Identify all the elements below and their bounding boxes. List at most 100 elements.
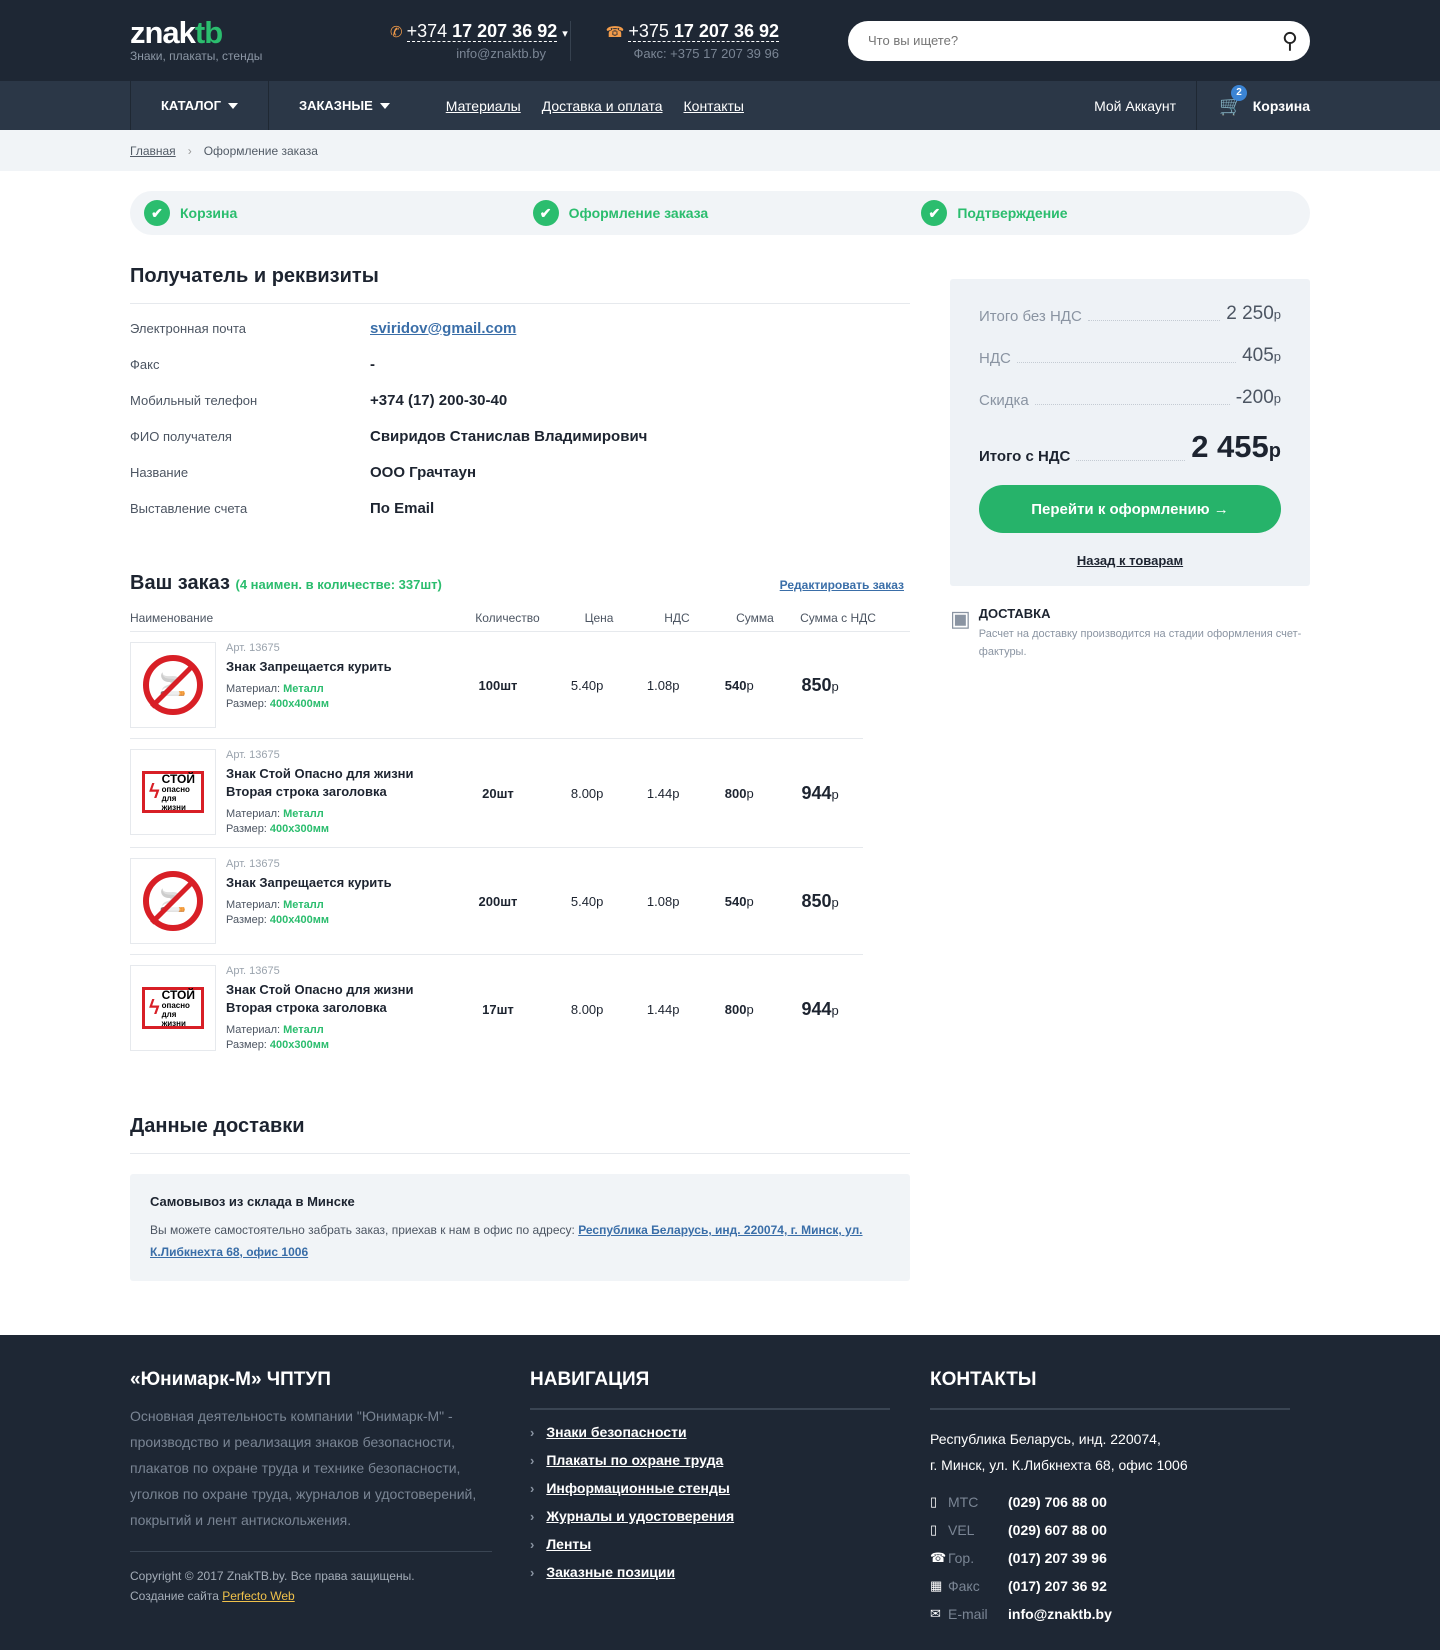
table-row: ϟ СТОЙ опасно для жизни Арт. 13675 Знак Ст… — [130, 739, 863, 848]
row-sum: 800р — [701, 786, 777, 801]
table-row: 🚬 Арт. 13675 Знак Запрещается курить Мат… — [130, 632, 863, 739]
row-qty: 20шт — [482, 785, 514, 801]
phone-block-1: ✆ +374 17 207 36 92 ▾ info@znaktb.by — [390, 20, 570, 61]
product-thumbnail[interactable]: 🚬 — [130, 858, 216, 944]
developer-link[interactable]: Perfecto Web — [222, 1589, 294, 1603]
row-qty: 200шт — [478, 893, 518, 909]
summary-row: НДС 405р — [979, 345, 1281, 367]
phone-block-2: ☎ +375 17 207 36 92 Факс: +375 17 207 39 … — [599, 20, 779, 61]
info-row-name: ФИО получателя Свиридов Станислав Владими… — [130, 418, 910, 454]
recipient-title: Получатель и реквизиты — [130, 265, 379, 287]
info-label: Электронная почта — [130, 320, 247, 336]
currency: р — [1273, 349, 1281, 364]
size-value: 400х400мм — [269, 698, 330, 710]
edit-order-link[interactable]: Редактировать заказ — [780, 578, 904, 592]
currency: р — [746, 893, 754, 909]
breadcrumb-home[interactable]: Главная — [130, 144, 176, 158]
row-vat: 1.08р — [646, 677, 680, 693]
step-confirm[interactable]: ✔ Подтверждение — [921, 200, 1310, 226]
total-value: 850 — [801, 674, 832, 695]
product-thumbnail[interactable]: ϟ СТОЙ опасно для жизни — [130, 749, 216, 835]
contact-value[interactable]: (017) 207 36 92 — [1008, 1578, 1107, 1594]
material-value: Металл — [283, 808, 324, 820]
row-vat: 1.44р — [646, 785, 680, 801]
currency: р — [746, 677, 754, 693]
chevron-down-icon[interactable]: ▾ — [562, 28, 568, 40]
caret-down-icon — [379, 102, 390, 109]
total-value: 850 — [801, 890, 832, 911]
logo-accent: tb — [194, 14, 223, 50]
logo-main: znak — [130, 14, 196, 50]
contact-label: МТС — [948, 1494, 979, 1510]
info-row-company: Название ООО Грачтаун — [130, 454, 910, 490]
address-line: Республика Беларусь, инд. 220074, — [930, 1431, 1161, 1447]
contact-value[interactable]: (029) 607 88 00 — [1008, 1522, 1107, 1538]
no-smoking-sign-icon: 🚬 — [143, 871, 203, 931]
info-row-email: Электронная почта sviridov@gmail.com — [130, 310, 910, 346]
header-fax: Факс: +375 17 207 39 96 — [633, 45, 779, 61]
account-link[interactable]: Мой Аккаунт — [1094, 81, 1198, 130]
product-title[interactable]: Знак Запрещается курить — [226, 658, 392, 676]
nav-link-delivery[interactable]: Доставка и оплата — [542, 98, 663, 114]
table-header: Наименование Количество Цена НДС Сумма С… — [130, 595, 910, 632]
shipping-text: Расчет на доставку производится на стади… — [978, 628, 1302, 658]
footer-link[interactable]: Информационные стенды — [546, 1480, 730, 1496]
product-title[interactable]: Знак Запрещается курить — [226, 874, 392, 892]
step-checkout[interactable]: ✔ Оформление заказа — [532, 200, 922, 226]
contact-value[interactable]: (017) 207 39 96 — [1008, 1550, 1107, 1566]
product-thumbnail[interactable]: 🚬 — [130, 642, 216, 728]
contact-row: ☎ Гор. (017) 207 39 96 — [930, 1544, 1290, 1572]
breadcrumb: Главная › Оформление заказа — [0, 130, 1440, 171]
table-row: 🚬 Арт. 13675 Знак Запрещается курить Мат… — [130, 848, 863, 955]
summary-label: НДС — [979, 350, 1011, 367]
total-value: 2 455р — [1191, 429, 1281, 465]
row-sum: 540р — [701, 678, 777, 693]
row-total: 850р — [777, 675, 863, 696]
cart-label: Корзина — [1252, 97, 1310, 114]
footer-link[interactable]: Журналы и удостоверения — [546, 1508, 734, 1524]
footer-nav-item: › Знаки безопасности — [530, 1424, 890, 1440]
email-value[interactable]: sviridov@gmail.com — [370, 320, 516, 337]
sum-value: 540 — [724, 893, 747, 909]
row-sum: 540р — [701, 894, 777, 909]
mobile-icon: ▯ — [930, 1522, 938, 1537]
logo[interactable]: znaktb Знаки, плакаты, стенды — [130, 17, 390, 63]
custom-dropdown[interactable]: ЗАКАЗНЫЕ — [267, 81, 420, 130]
back-to-products-link[interactable]: Назад к товарам — [979, 553, 1281, 568]
size-label: Размер: — [226, 823, 270, 835]
contact-value[interactable]: (029) 706 88 00 — [1008, 1494, 1107, 1510]
product-thumbnail[interactable]: ϟ СТОЙ опасно для жизни — [130, 965, 216, 1051]
size-value: 400х400мм — [269, 914, 330, 926]
row-price: 8.00р — [570, 1001, 604, 1017]
header-email[interactable]: info@znaktb.by — [390, 46, 546, 61]
material-label: Материал: — [226, 1024, 284, 1036]
nav-link-materials[interactable]: Материалы — [446, 98, 521, 114]
cart-button[interactable]: 🛒 2 Корзина — [1219, 84, 1310, 118]
nav-link-contacts[interactable]: Контакты — [684, 98, 744, 114]
phone-1[interactable]: +374 17 207 36 92 — [406, 20, 558, 42]
info-label: Факс — [130, 356, 160, 372]
contact-value[interactable]: info@znaktb.by — [1008, 1606, 1112, 1622]
footer-nav-item: › Ленты — [530, 1536, 890, 1552]
footer-link[interactable]: Заказные позиции — [546, 1564, 675, 1580]
chevron-right-icon: › — [530, 1508, 535, 1524]
product-title[interactable]: Знак Стой Опасно для жизни Вторая строка… — [226, 765, 426, 801]
proceed-checkout-button[interactable]: Перейти к оформлению → — [979, 485, 1281, 533]
search-icon[interactable]: ⚲ — [1282, 28, 1298, 54]
row-total: 850р — [777, 891, 863, 912]
total-value: 944 — [801, 998, 832, 1019]
step-cart[interactable]: ✔ Корзина — [144, 200, 533, 226]
size-label: Размер: — [226, 914, 270, 926]
search-input[interactable] — [868, 33, 1282, 48]
footer-link[interactable]: Знаки безопасности — [546, 1424, 686, 1440]
product-title[interactable]: Знак Стой Опасно для жизни Вторая строка… — [226, 981, 426, 1017]
phone-2[interactable]: +375 17 207 36 92 — [628, 20, 779, 42]
product-art: Арт. 13675 — [226, 642, 280, 654]
logo-tagline: Знаки, плакаты, стенды — [130, 48, 263, 63]
value: -200 — [1235, 387, 1274, 408]
product-material: Материал: Металл — [226, 682, 392, 697]
catalog-dropdown[interactable]: КАТАЛОГ — [130, 81, 268, 130]
currency: р — [831, 894, 839, 910]
footer-link[interactable]: Плакаты по охране труда — [546, 1452, 723, 1468]
footer-link[interactable]: Ленты — [546, 1536, 591, 1552]
